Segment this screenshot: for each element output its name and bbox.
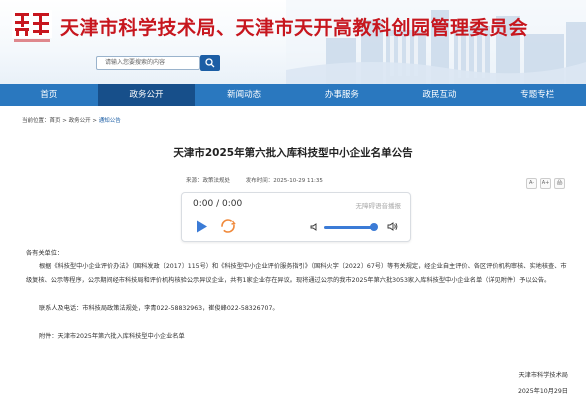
article-source: 来源：政策法规处	[186, 178, 231, 184]
player-time: 0:00 / 0:00	[193, 199, 243, 209]
breadcrumb-notices[interactable]: 通知公告	[99, 118, 121, 124]
player-accessibility-label: 无障碍语音播报	[355, 202, 402, 210]
nav-item-news[interactable]: 新闻动态	[195, 84, 293, 106]
article-attachment-link[interactable]: 附件：天津市2025年第六批入库科技型中小企业名单	[26, 330, 572, 344]
volume-slider[interactable]	[324, 226, 374, 229]
font-tools: A- A+ 🖨	[526, 178, 565, 189]
article-published: 发布时间：2025-10-29 11:35	[245, 178, 323, 184]
article-paragraph: 根据《科技型中小企业评价办法》（国科发政〔2017〕115号）和《科技型中小企业…	[26, 263, 567, 284]
breadcrumb-prefix: 当前位置：	[22, 118, 50, 124]
search-button[interactable]	[200, 55, 220, 71]
search-icon	[205, 58, 215, 68]
nav-item-home[interactable]: 首页	[0, 84, 98, 106]
breadcrumb-home[interactable]: 首页	[50, 118, 61, 124]
article-greeting: 各有关单位：	[26, 250, 64, 257]
print-button[interactable]: 🖨	[554, 178, 565, 189]
breadcrumb-separator: >	[90, 118, 99, 124]
article-title: 天津市2025年第六批入库科技型中小企业名单公告	[173, 147, 413, 159]
search-input[interactable]: 请输入您要搜索的内容	[96, 56, 200, 70]
font-increase-button[interactable]: A+	[540, 178, 551, 189]
font-decrease-button[interactable]: A-	[526, 178, 537, 189]
article-contact: 联系人及电话：市科技局政策法规处，李青022-58832963，崔俊峰022-5…	[39, 305, 279, 312]
nav-item-topics[interactable]: 专题专栏	[488, 84, 586, 106]
article-meta: 来源：政策法规处 发布时间：2025-10-29 11:35	[186, 176, 337, 184]
loop-icon[interactable]	[220, 218, 236, 234]
nav-item-interaction[interactable]: 政民互动	[391, 84, 489, 106]
nav-item-services[interactable]: 办事服务	[293, 84, 391, 106]
audio-player: 0:00 / 0:00 无障碍语音播报	[181, 192, 411, 242]
site-title: 天津市科学技术局、天津市天开高教科创园管理委员会	[60, 17, 529, 39]
volume-high-icon[interactable]	[387, 221, 398, 232]
breadcrumb-separator: >	[60, 118, 69, 124]
article-date: 2025年10月29日	[517, 388, 568, 395]
header-banner: 天津市科学技术局、天津市天开高教科创园管理委员会 请输入您要搜索的内容	[0, 0, 586, 84]
article-signature: 天津市科学技术局	[518, 372, 569, 379]
main-nav: 首页 政务公开 新闻动态 办事服务 政民互动 专题专栏	[0, 84, 586, 106]
breadcrumb-gov-open[interactable]: 政务公开	[69, 118, 91, 124]
breadcrumb: 当前位置：首页 > 政务公开 > 通知公告	[22, 116, 121, 124]
play-icon[interactable]	[194, 219, 209, 234]
volume-slider-handle[interactable]	[370, 223, 378, 231]
site-logo	[12, 10, 52, 42]
nav-item-gov-open[interactable]: 政务公开	[97, 84, 196, 106]
volume-low-icon[interactable]	[310, 223, 319, 231]
